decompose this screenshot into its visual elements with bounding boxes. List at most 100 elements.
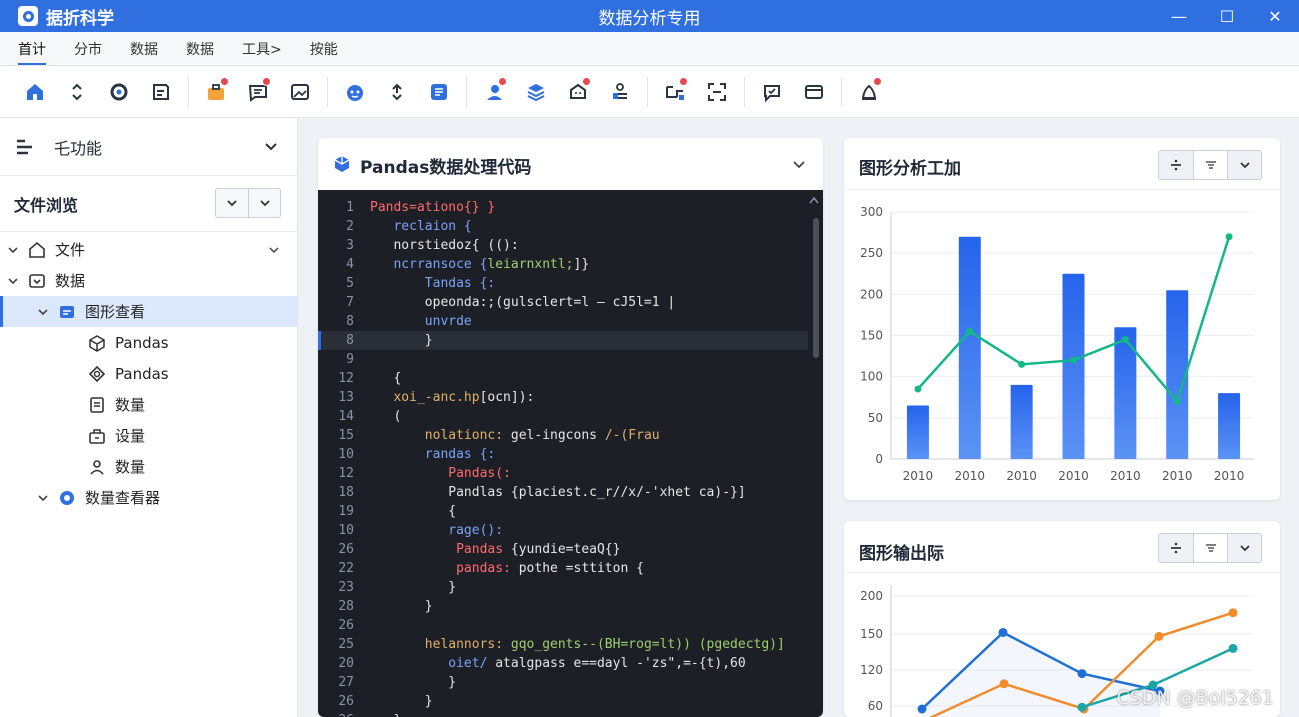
maximize-button[interactable]: ☐	[1203, 0, 1251, 32]
line-point[interactable]	[1228, 608, 1238, 618]
flow-icon[interactable]	[654, 71, 696, 113]
alert-icon[interactable]	[848, 71, 890, 113]
bar[interactable]	[906, 405, 929, 459]
tree-item[interactable]: Pandas	[0, 358, 297, 389]
menu-share[interactable]: 分市	[74, 33, 102, 65]
bar[interactable]	[1062, 273, 1085, 459]
line-point[interactable]	[1121, 336, 1129, 344]
line-number: 3	[346, 238, 354, 253]
line-point[interactable]	[1154, 631, 1164, 641]
sync-icon[interactable]	[98, 71, 140, 113]
tree-item[interactable]: 设量	[0, 420, 297, 451]
tree-item-label: 文件	[55, 241, 86, 259]
sidebar-header[interactable]: 乇功能	[0, 118, 297, 176]
code-line: 27 }	[318, 673, 808, 692]
chevron-down-icon[interactable]	[36, 305, 50, 319]
user-pin-icon[interactable]	[473, 71, 515, 113]
line-point[interactable]	[1018, 360, 1026, 368]
menu-icon[interactable]	[16, 139, 36, 155]
code-line: 2 reclaion {	[318, 217, 808, 236]
line-point[interactable]	[966, 327, 974, 335]
line-point[interactable]	[914, 385, 922, 393]
code-token: [ocn]):	[479, 390, 535, 405]
chevron-down-icon[interactable]	[1227, 151, 1261, 179]
line-point[interactable]	[1077, 702, 1087, 712]
chevron-down-icon[interactable]	[6, 274, 20, 288]
code-line: 10 rage():	[318, 521, 808, 540]
filter-icon[interactable]	[1193, 534, 1227, 562]
scroll-up-icon[interactable]	[809, 196, 819, 204]
list-icon[interactable]	[418, 71, 460, 113]
code-text: }	[370, 692, 433, 711]
chevron-down-icon[interactable]	[36, 491, 50, 505]
menu-tools[interactable]: 工具>	[242, 33, 282, 65]
menu-home[interactable]: 首计	[18, 33, 46, 65]
code-line: 18 Pandlas {placiest.c_r//x/-'xhet ca)-}…	[318, 483, 808, 502]
expand-button[interactable]	[248, 189, 280, 217]
tree-item[interactable]: Pandas	[0, 327, 297, 358]
code-text: Pandas(:	[370, 464, 511, 483]
line-point[interactable]	[1173, 397, 1181, 405]
chevron-down-icon[interactable]	[6, 243, 20, 257]
scrollbar-thumb[interactable]	[813, 218, 819, 358]
bar[interactable]	[1218, 393, 1241, 459]
tree-item[interactable]: 数量	[0, 451, 297, 482]
line-number: 5	[346, 276, 354, 291]
briefcase-icon[interactable]	[195, 71, 237, 113]
line-point[interactable]	[1225, 233, 1233, 241]
sort-icon[interactable]	[376, 71, 418, 113]
card-icon[interactable]	[793, 71, 835, 113]
image-icon[interactable]	[279, 71, 321, 113]
line-point[interactable]	[1070, 356, 1077, 364]
chevron-down-icon[interactable]	[791, 156, 807, 172]
bot-icon[interactable]	[334, 71, 376, 113]
chevrons-icon[interactable]	[56, 71, 98, 113]
line-point[interactable]	[917, 704, 927, 714]
line-point[interactable]	[1077, 669, 1087, 679]
filter-icon[interactable]	[1193, 151, 1227, 179]
chevron-down-icon[interactable]	[1227, 534, 1261, 562]
bell-face-icon[interactable]	[557, 71, 599, 113]
chevron-down-icon[interactable]	[263, 138, 279, 154]
window-title: 数据分析专用	[598, 8, 701, 29]
note-icon[interactable]	[140, 71, 182, 113]
line-number: 7	[346, 295, 354, 310]
bar[interactable]	[958, 236, 981, 459]
bar[interactable]	[1010, 384, 1033, 459]
tree-item[interactable]: 数量查看器	[0, 482, 297, 513]
line-point[interactable]	[1228, 643, 1238, 653]
layers-icon[interactable]	[515, 71, 557, 113]
code-token: }	[370, 599, 433, 614]
tree-item[interactable]: 数量	[0, 389, 297, 420]
minimize-button[interactable]: —	[1155, 0, 1203, 32]
x-tick-label: 2010	[1006, 469, 1037, 483]
code-token: ncrransoce {	[370, 257, 488, 272]
divide-icon[interactable]	[1159, 151, 1193, 179]
close-button[interactable]: ✕	[1251, 0, 1299, 32]
code-token: {	[370, 371, 402, 386]
y-tick-label: 300	[860, 205, 883, 219]
line-number: 20	[338, 656, 354, 671]
line-number: 13	[338, 390, 354, 405]
message-icon[interactable]	[237, 71, 279, 113]
home-icon[interactable]	[14, 71, 56, 113]
chevron-down-icon[interactable]	[267, 243, 281, 261]
tasks-icon[interactable]	[599, 71, 641, 113]
chat-icon[interactable]	[751, 71, 793, 113]
tree-item[interactable]: 文件	[0, 234, 297, 265]
line-point[interactable]	[999, 679, 1009, 689]
line-point[interactable]	[998, 627, 1008, 637]
menu-functions[interactable]: 按能	[310, 33, 338, 65]
menu-data-2[interactable]: 数据	[186, 33, 214, 65]
divide-icon[interactable]	[1159, 534, 1193, 562]
code-editor[interactable]: 1 Pands=ationo{} } 2 reclaion {3 norstiedo…	[318, 190, 823, 717]
menu-data[interactable]: 数据	[130, 33, 158, 65]
chevron-down-icon	[227, 200, 237, 207]
tree-item[interactable]: 数据	[0, 265, 297, 296]
code-token: {	[370, 504, 457, 519]
collapse-button[interactable]	[216, 189, 248, 217]
scan-icon[interactable]	[696, 71, 738, 113]
tree-item[interactable]: 图形查看	[0, 296, 297, 327]
tree-item-label: 数据	[55, 272, 86, 290]
code-token: Pandlas {placiest.c_r//x/-'xhet ca)-}]	[370, 485, 746, 500]
